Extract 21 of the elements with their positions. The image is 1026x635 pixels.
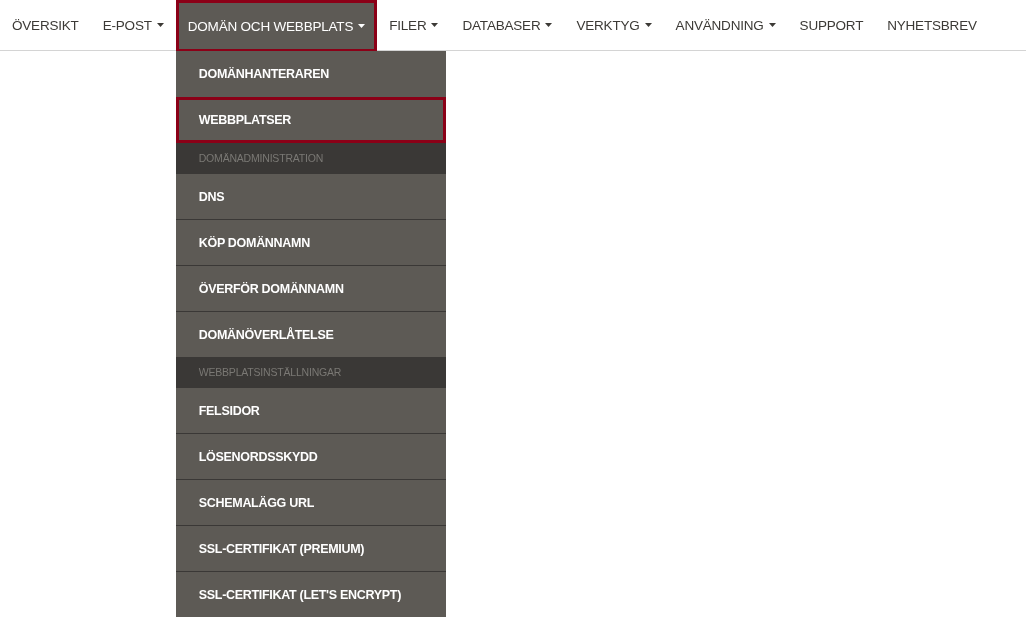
dropdown-menu-item[interactable]: KÖP DOMÄNNAMN	[175, 219, 446, 265]
dropdown-menu-item[interactable]: FELSIDOR	[175, 387, 446, 433]
nav-menu-item[interactable]: ANVÄNDNING	[663, 0, 788, 50]
nav-menu-item[interactable]: SUPPORT	[787, 0, 876, 50]
menu-section-header: DOMÄNADMINISTRATION	[175, 143, 446, 173]
dropdown-menu-item[interactable]: SCHEMALÄGG URL	[175, 479, 446, 525]
dropdown-menu-item[interactable]: DOMÄNHANTERAREN	[175, 51, 446, 97]
nav-menu-item[interactable]: FILER	[377, 0, 451, 50]
nav-menu-item[interactable]: E-POST	[90, 0, 176, 50]
menu-section-header: WEBBPLATSINSTÄLLNINGAR	[175, 357, 446, 387]
dropdown-menu-item[interactable]: LÖSENORDSSKYDD	[175, 433, 446, 479]
dropdown-menu-item[interactable]: SSL-CERTIFIKAT (PREMIUM)	[175, 525, 446, 571]
nav-menu-item[interactable]: DATABASER	[450, 0, 565, 50]
nav-menu-item[interactable]: DOMÄN OCH WEBBPLATS	[175, 0, 378, 52]
nav-menu-item[interactable]: VERKTYG	[564, 0, 664, 50]
dropdown-menu-item[interactable]: WEBBPLATSER	[175, 97, 446, 143]
nav-menu-item[interactable]: NYHETSBREV	[875, 0, 989, 50]
dropdown-menu-item[interactable]: ÖVERFÖR DOMÄNNAMN	[175, 265, 446, 311]
dropdown-menu-item[interactable]: DNS	[175, 173, 446, 219]
dropdown-menu-item[interactable]: SSL-CERTIFIKAT (LET'S ENCRYPT)	[175, 571, 446, 617]
nav-menu-item[interactable]: ÖVERSIKT	[0, 0, 91, 50]
